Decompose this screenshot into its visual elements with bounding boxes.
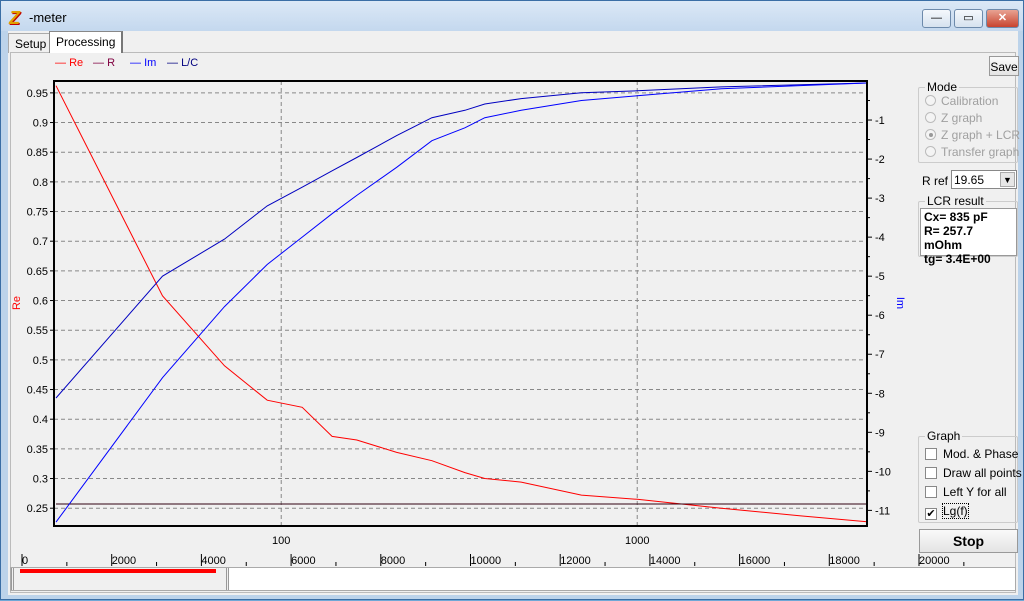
y2-tick-label: -9 xyxy=(875,427,885,439)
y2-tick-label: -10 xyxy=(875,466,891,478)
y-tick-label: 0.7 xyxy=(33,236,48,248)
y-tick-label: 0.35 xyxy=(27,444,48,456)
ruler-tick-label: 6000 xyxy=(291,555,315,567)
plot-area xyxy=(54,81,867,526)
ruler-tick-label: 4000 xyxy=(201,555,225,567)
y2-tick-label: -4 xyxy=(875,232,885,244)
y-tick-label: 0.8 xyxy=(33,177,48,189)
y-tick-label: 0.9 xyxy=(33,118,48,130)
y2-tick-label: -3 xyxy=(875,193,885,205)
y-tick-label: 0.25 xyxy=(27,503,48,515)
y2-tick-label: -11 xyxy=(875,505,890,517)
y2-tick-label: -7 xyxy=(875,349,885,361)
y-tick-label: 0.3 xyxy=(33,474,48,486)
y-tick-label: 0.5 xyxy=(33,355,48,367)
y-axis-label: Re xyxy=(11,296,23,310)
ruler-tick-label: 2000 xyxy=(112,555,136,567)
y2-tick-label: -5 xyxy=(875,271,885,283)
x-tick-label: 100 xyxy=(272,535,290,547)
y-tick-label: 0.65 xyxy=(27,266,48,278)
impedance-chart: 0.95 0.9 0.85 0.8 0.75 0.7 0.65 0.6 0.55 0.5 0.45 0… xyxy=(11,80,965,567)
ruler-tick-label: 8000 xyxy=(381,555,405,567)
ruler-tick-label: 0 xyxy=(22,555,28,567)
x-tick-label: 1000 xyxy=(625,535,649,547)
app-window: Z -meter — ▭ ✕ Setup Processing — Re — R… xyxy=(0,0,1024,600)
y-tick-label: 0.75 xyxy=(27,207,48,219)
ruler-tick-label: 20000 xyxy=(919,555,950,567)
y-tick-label: 0.95 xyxy=(27,88,48,100)
y2-tick-label: -8 xyxy=(875,388,885,400)
ruler-tick-label: 16000 xyxy=(740,555,771,567)
y2-tick-label: -6 xyxy=(875,310,885,322)
ruler-tick-label: 18000 xyxy=(829,555,860,567)
y-tick-label: 0.6 xyxy=(33,296,48,308)
y2-tick-label: -1 xyxy=(875,115,885,127)
y-tick-label: 0.45 xyxy=(27,385,48,397)
ruler-tick-label: 10000 xyxy=(471,555,502,567)
y-tick-label: 0.55 xyxy=(27,325,48,337)
ruler-tick-label: 14000 xyxy=(650,555,681,567)
y2-axis-label: Im xyxy=(894,297,906,309)
y-tick-label: 0.85 xyxy=(27,147,48,159)
y2-tick-label: -2 xyxy=(875,154,885,166)
ruler-tick-label: 12000 xyxy=(560,555,591,567)
y-tick-label: 0.4 xyxy=(33,414,48,426)
